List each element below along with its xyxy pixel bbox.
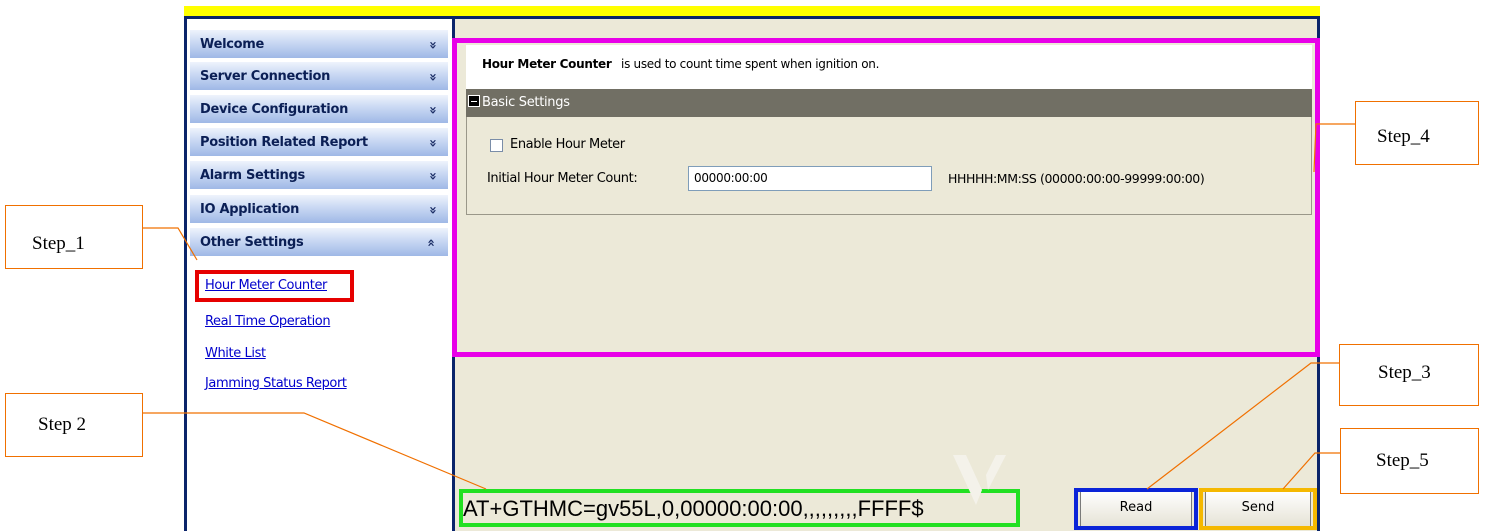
callout-step-5: Step_5 (1340, 428, 1479, 494)
callout-connectors (143, 123, 1355, 490)
callout-step-1: Step_1 (5, 205, 143, 269)
callout-step-4: Step_4 (1355, 101, 1479, 165)
callout-step-2: Step 2 (5, 393, 143, 457)
callout-step-3: Step_3 (1339, 344, 1479, 406)
